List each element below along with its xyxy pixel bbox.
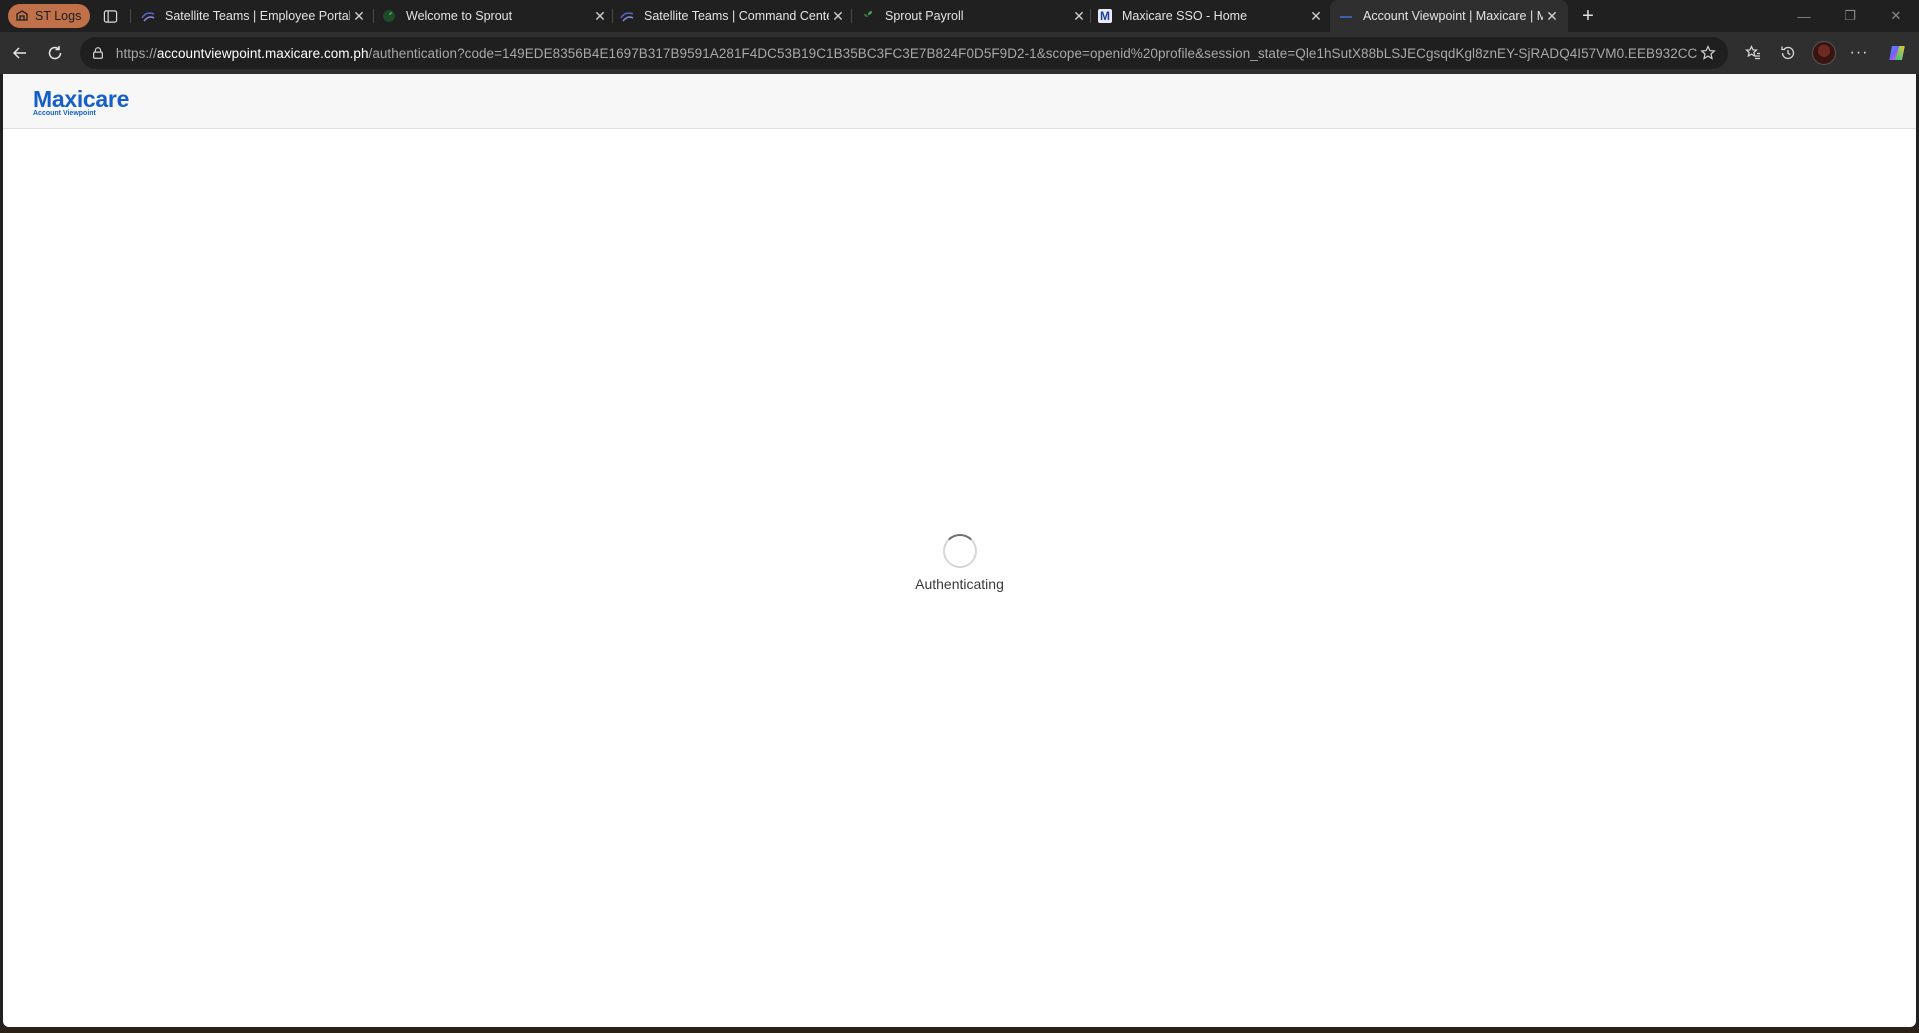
tab-strip: ST Logs Satellite Teams | Employee Porta…: [0, 0, 1919, 32]
favorites-icon: [1745, 45, 1760, 60]
favorite-star-icon[interactable]: [1698, 43, 1718, 63]
profile-button[interactable]: ST Logs: [8, 4, 91, 28]
tab-separator: [1090, 9, 1091, 23]
loading-spinner-icon: [942, 534, 977, 568]
close-icon: ✕: [1890, 8, 1902, 23]
tab-welcome-sprout[interactable]: Welcome to Sprout ✕: [382, 0, 609, 32]
tab-title: Satellite Teams | Employee Portal: [165, 9, 350, 23]
profile-avatar[interactable]: [1812, 41, 1836, 65]
url-scheme: https://: [115, 45, 157, 61]
new-tab-button[interactable]: +: [1576, 4, 1600, 28]
sprout-icon: [861, 9, 875, 23]
logo-wordmark: Maxicare: [33, 86, 130, 112]
history-button[interactable]: [1776, 41, 1800, 65]
workspace-icon: [16, 10, 28, 21]
browser-toolbar: https://accountviewpoint.maxicare.com.ph…: [0, 32, 1919, 74]
url-host: accountviewpoint.maxicare.com.ph: [156, 45, 369, 61]
url-path: /authentication?code=149EDE8356B4E1697B3…: [368, 45, 1699, 61]
history-icon: [1781, 46, 1795, 60]
plus-icon: +: [1582, 4, 1594, 27]
back-arrow-icon: [12, 47, 26, 59]
restore-icon: ❐: [1844, 8, 1856, 23]
close-tab-icon[interactable]: ✕: [829, 7, 847, 25]
tab-separator: [612, 9, 613, 23]
close-tab-icon[interactable]: ✕: [1070, 7, 1088, 25]
page-viewport: Maxicare Account Viewpoint Authenticatin…: [3, 74, 1916, 1027]
close-tab-icon[interactable]: ✕: [1307, 7, 1325, 25]
copilot-button[interactable]: [1885, 41, 1909, 65]
profile-label: ST Logs: [35, 9, 82, 23]
tab-account-viewpoint[interactable]: Account Viewpoint | Maxicare | M ✕: [1330, 0, 1568, 32]
site-header: Maxicare Account Viewpoint: [3, 74, 1916, 129]
close-tab-icon[interactable]: ✕: [591, 7, 609, 25]
refresh-icon: [48, 46, 62, 60]
tab-separator: [373, 9, 374, 23]
tab-title: Satellite Teams | Command Cente: [644, 9, 829, 23]
close-window-button[interactable]: ✕: [1873, 0, 1919, 32]
url-text[interactable]: https://accountviewpoint.maxicare.com.ph…: [116, 46, 1698, 61]
close-tab-icon[interactable]: ✕: [1543, 7, 1561, 25]
tab-employee-portal[interactable]: Satellite Teams | Employee Portal ✕: [141, 0, 368, 32]
tab-sprout-payroll[interactable]: Sprout Payroll ✕: [861, 0, 1088, 32]
satellite-teams-icon: [141, 9, 155, 23]
more-options-icon: ···: [1849, 44, 1869, 61]
restore-button[interactable]: ❐: [1827, 0, 1873, 32]
tab-title: Maxicare SSO - Home: [1122, 9, 1248, 23]
favorites-button[interactable]: [1741, 41, 1765, 65]
tab-title: Sprout Payroll: [885, 9, 964, 23]
address-bar[interactable]: https://accountviewpoint.maxicare.com.ph…: [80, 37, 1728, 69]
satellite-teams-icon: [620, 9, 634, 23]
refresh-button[interactable]: [43, 41, 67, 65]
taskbar-edge: [0, 1027, 1919, 1033]
authenticating-loader: Authenticating: [3, 534, 1916, 592]
close-tab-icon[interactable]: ✕: [350, 7, 368, 25]
back-button[interactable]: [8, 41, 32, 65]
lock-icon[interactable]: [90, 45, 106, 61]
tab-title: Welcome to Sprout: [406, 9, 513, 23]
copilot-icon: [1889, 46, 1905, 60]
tab-actions-menu-icon[interactable]: [100, 6, 120, 26]
minimize-icon: —: [1797, 8, 1811, 24]
minimize-button[interactable]: —: [1781, 0, 1827, 32]
tab-separator: [851, 9, 852, 23]
maxicare-icon: M: [1098, 9, 1112, 23]
settings-more-button[interactable]: ···: [1847, 41, 1871, 65]
tab-separator: [130, 9, 131, 23]
tab-maxicare-sso[interactable]: M Maxicare SSO - Home ✕: [1098, 0, 1325, 32]
sprout-icon: [382, 9, 396, 23]
status-text: Authenticating: [915, 576, 1004, 592]
tab-command-center[interactable]: Satellite Teams | Command Cente ✕: [620, 0, 847, 32]
tab-title: Account Viewpoint | Maxicare | M: [1363, 9, 1543, 23]
maxicare-icon: [1339, 9, 1353, 23]
maxicare-logo[interactable]: Maxicare Account Viewpoint: [33, 88, 129, 118]
